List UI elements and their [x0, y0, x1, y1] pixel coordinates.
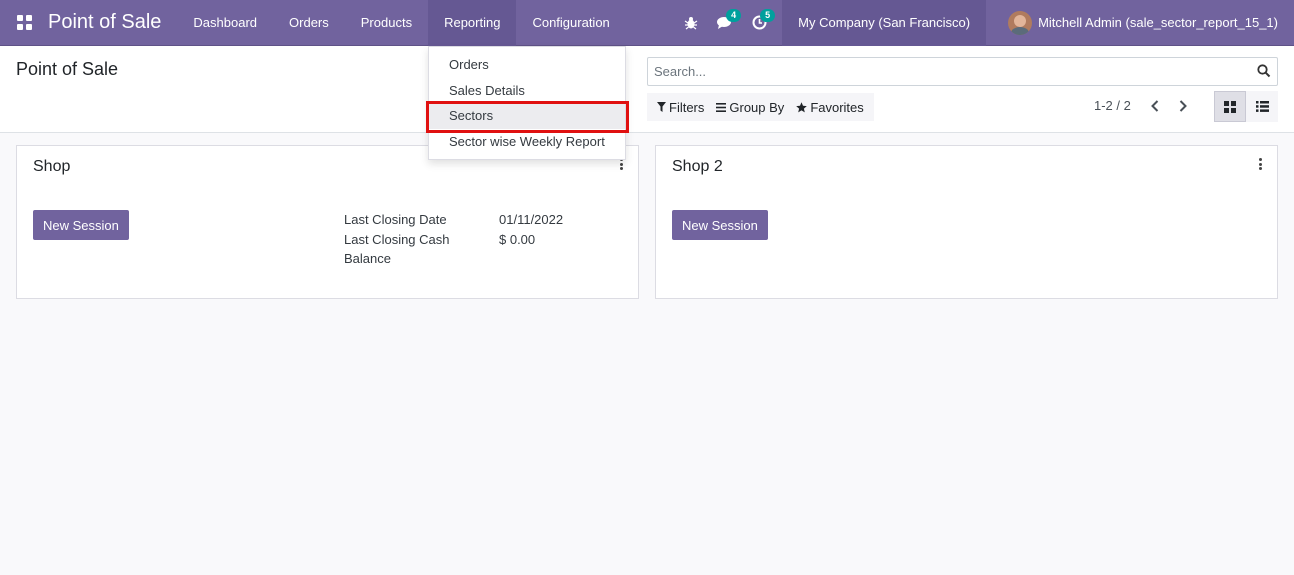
- search-box[interactable]: [647, 57, 1278, 86]
- favorites-label: Favorites: [810, 99, 864, 115]
- menu-orders[interactable]: Orders: [273, 0, 345, 46]
- control-panel: Point of Sale Filters Group By Favorites…: [0, 46, 1294, 133]
- messages-icon[interactable]: 4: [708, 0, 742, 46]
- pager-value[interactable]: 1-2 / 2: [1094, 98, 1131, 113]
- card-title[interactable]: Shop 2: [672, 158, 723, 176]
- filters-button[interactable]: Filters: [651, 93, 710, 121]
- dropdown-item-orders[interactable]: Orders: [429, 52, 625, 78]
- user-name: Mitchell Admin (sale_sector_report_15_1): [1038, 15, 1278, 30]
- view-switcher: [1214, 91, 1278, 122]
- pos-card-shop: Shop New Session Last Closing Date 01/11…: [16, 145, 639, 299]
- search-options-bar: Filters Group By Favorites: [647, 93, 874, 121]
- messages-badge: 4: [726, 8, 742, 22]
- page-title: Point of Sale: [16, 59, 119, 79]
- card-title[interactable]: Shop: [33, 158, 70, 176]
- star-icon: [796, 101, 808, 112]
- search-input[interactable]: [648, 58, 1238, 85]
- bars-icon: [716, 102, 727, 112]
- kanban-view-icon[interactable]: [1214, 91, 1246, 122]
- menu-dashboard[interactable]: Dashboard: [177, 0, 273, 46]
- menu-reporting[interactable]: Reporting: [428, 0, 517, 46]
- last-closing-cash-value: $ 0.00: [499, 231, 536, 247]
- favorites-button[interactable]: Favorites: [790, 93, 869, 121]
- pager-previous-icon[interactable]: [1143, 95, 1167, 117]
- dropdown-item-sales-details[interactable]: Sales Details: [429, 78, 625, 104]
- user-avatar: [1008, 10, 1033, 35]
- pos-card-shop-2: Shop 2 New Session: [655, 145, 1278, 299]
- list-view-icon[interactable]: [1246, 91, 1278, 122]
- activities-clock-icon[interactable]: 5: [742, 0, 776, 46]
- last-closing-cash-label: Last Closing Cash: [344, 231, 450, 247]
- app-name[interactable]: Point of Sale: [48, 11, 177, 34]
- group-by-label: Group By: [729, 99, 785, 115]
- top-navbar: Point of Sale Dashboard Orders Products …: [0, 0, 1294, 46]
- new-session-button[interactable]: New Session: [672, 210, 768, 240]
- debug-bug-icon[interactable]: [674, 0, 708, 46]
- last-closing-date-value: 01/11/2022: [499, 212, 564, 227]
- last-closing-date-label: Last Closing Date: [344, 212, 447, 227]
- filter-icon: [657, 102, 666, 112]
- menu-configuration[interactable]: Configuration: [516, 0, 625, 46]
- new-session-button[interactable]: New Session: [33, 210, 129, 240]
- pager-next-icon[interactable]: [1171, 95, 1195, 117]
- filters-label: Filters: [669, 99, 705, 115]
- group-by-button[interactable]: Group By: [710, 93, 790, 121]
- user-menu[interactable]: Mitchell Admin (sale_sector_report_15_1): [986, 0, 1294, 46]
- sectors-highlight-box: [426, 101, 629, 133]
- company-switcher[interactable]: My Company (San Francisco): [782, 0, 987, 46]
- apps-menu-icon[interactable]: [0, 0, 48, 46]
- activities-badge: 5: [760, 8, 776, 22]
- menu-products[interactable]: Products: [345, 0, 428, 46]
- search-icon[interactable]: [1257, 64, 1271, 78]
- card-dropdown-icon[interactable]: [1257, 158, 1263, 170]
- last-closing-cash-label-balance: Balance: [344, 251, 391, 266]
